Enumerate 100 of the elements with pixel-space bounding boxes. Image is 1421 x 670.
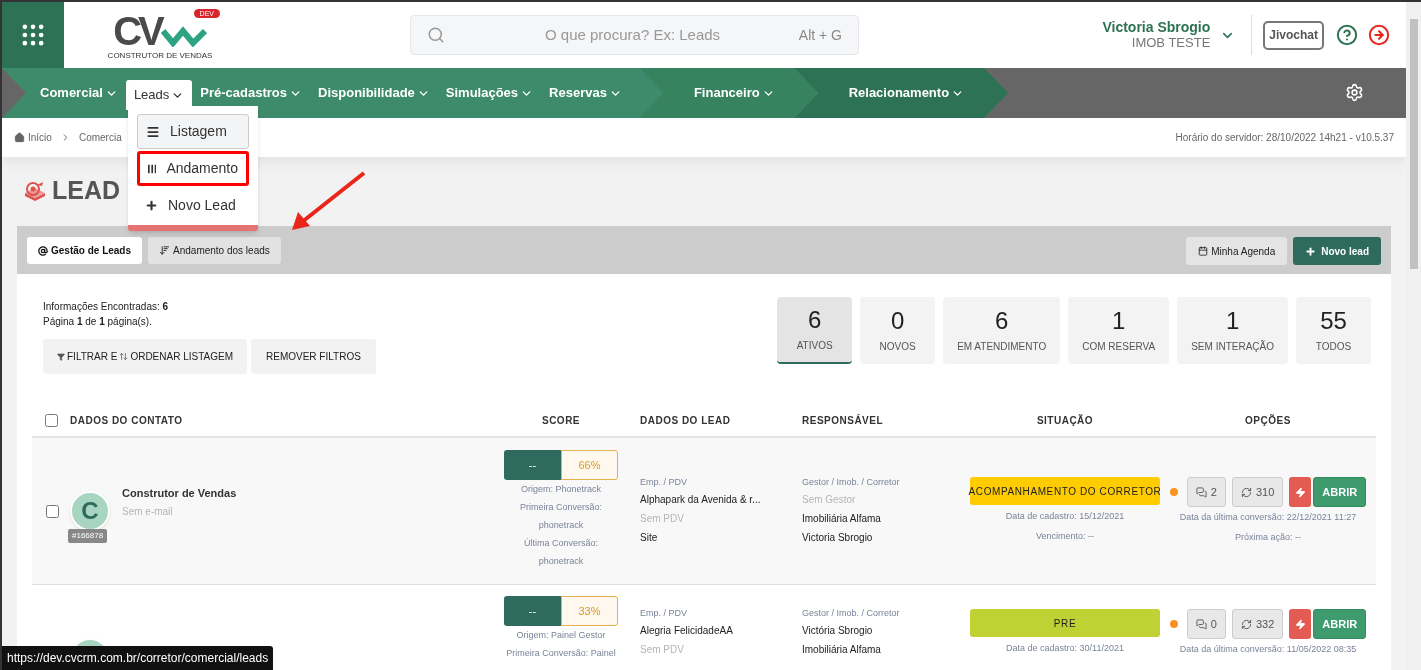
server-time: Horário do servidor: 28/10/2022 14h21 - v10.5.37	[1175, 131, 1394, 145]
agenda-button[interactable]: Minha Agenda	[1186, 237, 1288, 265]
dropdown-item[interactable]: Novo Lead	[137, 188, 249, 223]
sort-icon	[159, 245, 171, 256]
filter-icon	[57, 352, 65, 361]
score-value: --	[504, 596, 561, 626]
status-filter[interactable]: 55 TODOS	[1296, 297, 1371, 364]
status-filter[interactable]: 0 NOVOS	[860, 297, 936, 364]
responsible-info: Imobiliária Alfama	[802, 512, 882, 526]
lead-info: Sem PDV	[640, 512, 685, 526]
avatar: C	[70, 491, 110, 531]
sync-button[interactable]: 310	[1231, 477, 1284, 507]
target-icon	[24, 181, 46, 201]
new-lead-button[interactable]: Novo lead	[1293, 237, 1381, 265]
score-note: Primeira Conversão: Painel	[506, 647, 616, 660]
lead-info: Alegria FelicidadeAA	[640, 624, 734, 638]
logo-tagline: CONSTRUTOR DE VENDAS	[107, 50, 213, 60]
plus-icon	[1305, 245, 1317, 257]
lightning-icon	[1294, 618, 1306, 630]
help-icon[interactable]	[1336, 24, 1358, 46]
open-button[interactable]: ABRIR	[1313, 609, 1367, 639]
score-value: --	[504, 450, 561, 480]
status-note: Data de cadastro: 15/12/2021	[1005, 510, 1125, 523]
search-input[interactable]: O que procura? Ex: Leads	[545, 23, 793, 47]
open-button[interactable]: ABRIR	[1313, 477, 1367, 507]
responsible-info: Victoria Sbrogio	[802, 531, 874, 545]
quick-action-button[interactable]	[1289, 477, 1312, 507]
user-company: IMOB TESTE	[1131, 35, 1211, 51]
lead-info: Sem PDV	[640, 643, 685, 657]
tab[interactable]: Gestão de Leads	[27, 237, 143, 264]
row-checkbox[interactable]	[45, 504, 59, 518]
dropdown-item[interactable]: Andamento	[137, 151, 249, 186]
results-info: Página 1 de 1 página(s).	[43, 315, 153, 329]
dropdown-item[interactable]: Listagem	[137, 114, 249, 149]
score-note: Última Conversão:	[524, 537, 598, 550]
refresh-icon	[1240, 618, 1252, 630]
column-header: DADOS DO LEAD	[640, 413, 732, 428]
score-note: Origem: Painel Gestor	[516, 629, 606, 642]
breadcrumb-link[interactable]: Comercia	[78, 130, 122, 145]
logout-icon[interactable]	[1368, 24, 1390, 46]
status-filter[interactable]: 6 EM ATENDIMENTO	[943, 297, 1061, 364]
lead-info: Site	[640, 531, 659, 545]
logo-letters: CV	[113, 10, 161, 51]
menu-item[interactable]: Relacionamento	[840, 80, 973, 106]
settings-icon[interactable]	[1345, 83, 1364, 102]
messages-button[interactable]: 0	[1186, 609, 1226, 639]
column-header: SITUAÇÃO	[1035, 413, 1095, 428]
page-title: LEAD	[52, 175, 121, 207]
status-filter[interactable]: 1 COM RESERVA	[1068, 297, 1170, 364]
link-url-status: https://dev.cvcrm.com.br/corretor/comercial/leads	[2, 646, 274, 670]
filter-button[interactable]: FILTRAR E ORDENAR LISTAGEM	[43, 339, 247, 374]
column-header: RESPONSÁVEL	[802, 413, 885, 428]
lightning-icon	[1294, 486, 1306, 498]
shortcut-hint: Alt + G	[798, 25, 842, 45]
user-menu[interactable]: Victoria Sbrogio IMOB TESTE	[1102, 15, 1253, 55]
menu-item[interactable]: Financeiro	[685, 80, 783, 106]
chat-button[interactable]: Jivochat	[1263, 20, 1324, 50]
score-note: Origem: Phonetrack	[520, 483, 601, 496]
status-note: Vencimento: --	[1036, 530, 1094, 543]
score-note: phonetrack	[538, 519, 584, 532]
option-note: Data da última conversão: 22/12/2021 11:27	[1179, 511, 1357, 524]
score-percent: 33%	[561, 596, 618, 626]
menu-item[interactable]: Comercial	[32, 80, 126, 106]
results-info: Informações Encontradas: 6	[43, 300, 170, 314]
list-icon	[146, 124, 160, 139]
lead-info: Emp. / PDV	[640, 476, 688, 489]
plus-icon	[145, 199, 158, 212]
quick-action-button[interactable]	[1289, 609, 1312, 639]
status-filter[interactable]: 1 SEM INTERAÇÃO	[1177, 297, 1288, 364]
option-note: Próxima ação: --	[1235, 531, 1301, 544]
select-all-checkbox[interactable]	[44, 413, 58, 427]
breadcrumb-link[interactable]: Início	[28, 130, 52, 145]
responsible-info: Imobiliária Alfama	[802, 643, 882, 657]
lead-info: Alphapark da Avenida & r...	[640, 493, 762, 507]
responsible-info: Sem Gestor	[802, 493, 857, 507]
at-icon	[38, 245, 48, 256]
apps-button[interactable]	[2, 2, 64, 68]
search-field[interactable]: O que procura? Ex: Leads Alt + G	[410, 15, 859, 55]
sync-button[interactable]: 332	[1231, 609, 1284, 639]
menu-item[interactable]: Reservas	[541, 80, 630, 106]
menu-item[interactable]: Simulações	[437, 80, 542, 106]
status-filter[interactable]: 6 ATIVOS	[777, 297, 853, 364]
user-name: Victoria Sbrogio	[1102, 19, 1211, 35]
contact-email: Sem e-mail	[122, 505, 174, 520]
tab[interactable]: Andamento dos leads	[148, 237, 281, 264]
score-percent: 66%	[561, 450, 618, 480]
column-header: SCORE	[540, 413, 582, 428]
menu-item[interactable]: Disponibilidade	[310, 80, 438, 106]
calendar-icon	[1198, 246, 1209, 256]
scrollbar-thumb[interactable]	[1409, 19, 1418, 269]
score-note: phonetrack	[538, 555, 584, 568]
sort-icon	[119, 352, 129, 361]
responsible-info: Gestor / Imob. / Corretor	[802, 607, 901, 620]
menu-item[interactable]: Pré-cadastros	[192, 80, 310, 106]
clear-filters-button[interactable]: REMOVER FILTROS	[251, 339, 376, 374]
refresh-icon	[1240, 486, 1252, 498]
home-icon	[14, 132, 25, 143]
status-label: PRE	[970, 609, 1160, 637]
score-note: Primeira Conversão:	[520, 501, 602, 514]
messages-button[interactable]: 2	[1186, 477, 1226, 507]
